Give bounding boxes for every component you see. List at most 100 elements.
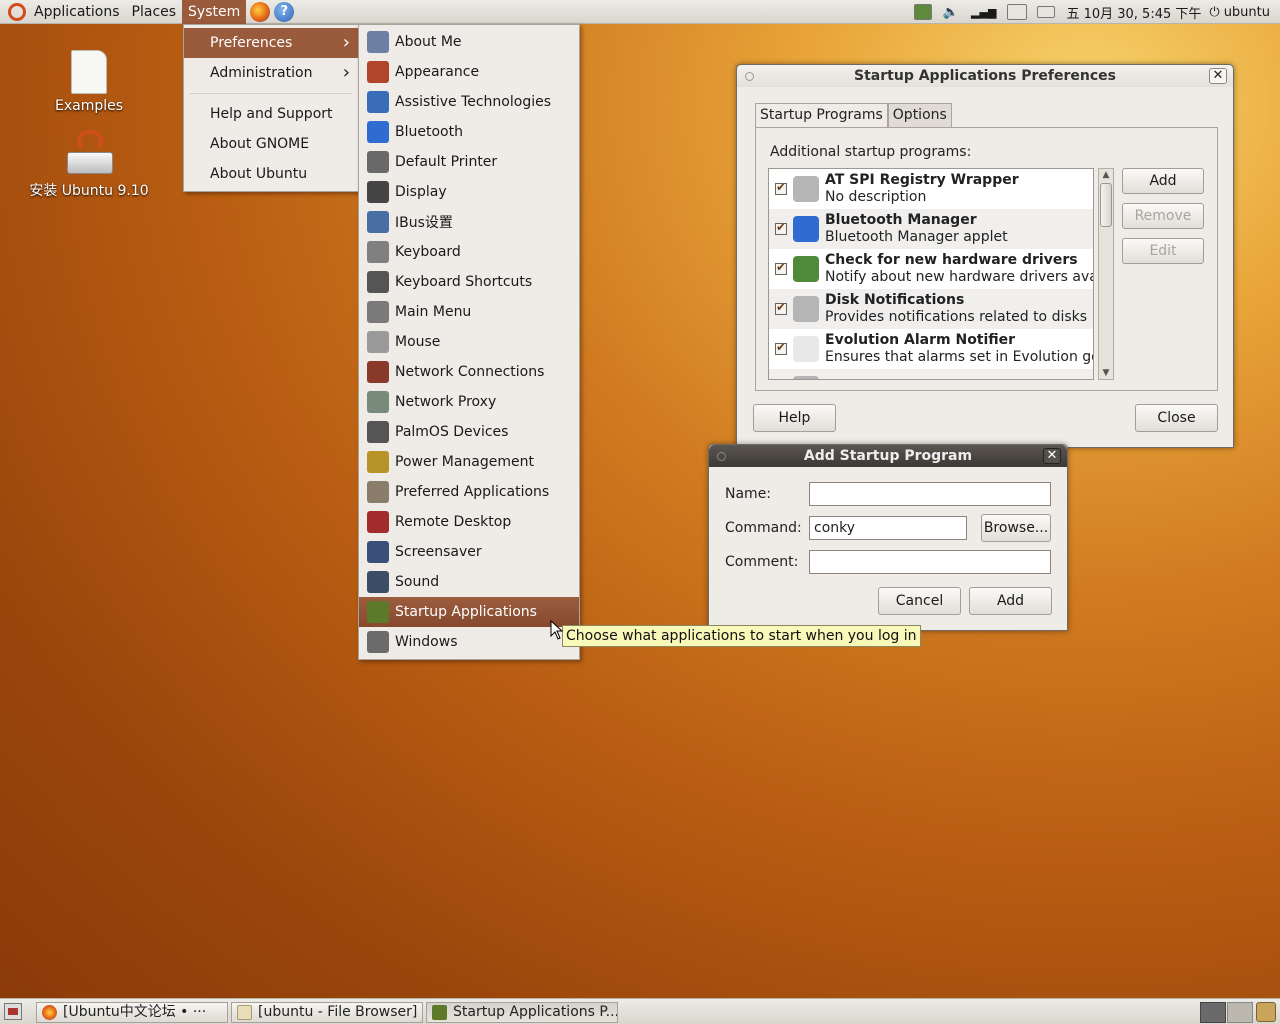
clock[interactable]: 五 10月 30, 5:45 下午 xyxy=(1066,3,1201,22)
edit-button[interactable]: Edit xyxy=(1122,238,1204,264)
menu-item-default-printer[interactable]: Default Printer xyxy=(359,147,579,177)
list-scrollbar[interactable]: ▲ ▼ xyxy=(1098,168,1114,380)
window-menu-icon[interactable] xyxy=(745,72,754,81)
power-icon[interactable]: ⏻ xyxy=(1209,5,1219,20)
enable-checkbox[interactable] xyxy=(775,260,787,275)
menu-item-about-me[interactable]: About Me xyxy=(359,27,579,57)
taskbar-item-file-browser[interactable]: [ubuntu - File Browser] xyxy=(231,1002,423,1023)
desktop-icon-examples[interactable]: Examples xyxy=(29,50,149,114)
menu-item-keyboard-shortcuts[interactable]: Keyboard Shortcuts xyxy=(359,267,579,297)
browse-button[interactable]: Browse... xyxy=(981,514,1051,542)
menu-item-network-connections[interactable]: Network Connections xyxy=(359,357,579,387)
add-button[interactable]: Add xyxy=(1122,168,1204,194)
menu-item-label: Display xyxy=(395,184,447,200)
menu-item-startup-applications[interactable]: Startup Applications xyxy=(359,597,579,627)
program-text: AT SPI Registry Wrapper No description xyxy=(825,172,1019,206)
close-button[interactable]: Close xyxy=(1135,404,1218,432)
menu-item-about-ubuntu[interactable]: About Ubuntu xyxy=(184,159,358,189)
list-item[interactable]: Check for new hardware driversNotify abo… xyxy=(769,249,1093,289)
firefox-icon[interactable] xyxy=(250,1,271,22)
install-icon xyxy=(65,130,113,176)
menu-item-ibus[interactable]: IBus设置 xyxy=(359,207,579,237)
enable-checkbox[interactable] xyxy=(775,340,787,355)
enable-checkbox[interactable] xyxy=(775,300,787,315)
network-icon[interactable]: ▂▄▆ xyxy=(971,6,996,19)
close-icon[interactable]: ✕ xyxy=(1209,68,1227,84)
network-proxy-icon xyxy=(367,391,389,413)
name-field[interactable] xyxy=(809,482,1051,506)
volume-icon[interactable]: 🔈 xyxy=(943,5,959,20)
scroll-up-icon[interactable]: ▲ xyxy=(1099,169,1113,181)
scroll-down-icon[interactable]: ▼ xyxy=(1099,367,1113,379)
menu-item-power-management[interactable]: Power Management xyxy=(359,447,579,477)
startup-programs-list[interactable]: AT SPI Registry WrapperNo description Blu… xyxy=(768,168,1094,380)
taskbar-item-firefox[interactable]: [Ubuntu中文论坛 • ··· xyxy=(36,1002,228,1023)
user-name[interactable]: ubuntu xyxy=(1224,5,1270,20)
accessibility-icon xyxy=(367,91,389,113)
tab-options[interactable]: Options xyxy=(887,103,952,127)
add-startup-program-dialog: Add Startup Program ✕ Name: Command: con… xyxy=(708,444,1068,631)
menu-item-label: Windows xyxy=(395,634,458,650)
remote-desktop-icon xyxy=(367,511,389,533)
taskbar-item-startup-applications[interactable]: Startup Applications P... xyxy=(426,1002,618,1023)
remove-button[interactable]: Remove xyxy=(1122,203,1204,229)
list-item[interactable]: AT SPI Registry WrapperNo description xyxy=(769,169,1093,209)
menu-item-help-and-support[interactable]: Help and Support xyxy=(184,99,358,129)
menu-item-display[interactable]: Display xyxy=(359,177,579,207)
menu-item-appearance[interactable]: Appearance xyxy=(359,57,579,87)
menu-item-main-menu[interactable]: Main Menu xyxy=(359,297,579,327)
program-name: Bluetooth Manager xyxy=(825,212,977,228)
menu-item-palmos-devices[interactable]: PalmOS Devices xyxy=(359,417,579,447)
enable-checkbox[interactable] xyxy=(775,220,787,235)
menu-item-sound[interactable]: Sound xyxy=(359,567,579,597)
menu-item-windows[interactable]: Windows xyxy=(359,627,579,657)
enable-checkbox[interactable] xyxy=(775,180,787,195)
workspace-1[interactable] xyxy=(1200,1002,1226,1023)
dialog-titlebar[interactable]: Add Startup Program ✕ xyxy=(709,445,1067,467)
show-desktop-icon[interactable] xyxy=(4,1003,22,1020)
places-menu[interactable]: Places xyxy=(126,0,183,24)
program-name: Check for new hardware drivers xyxy=(825,252,1078,268)
window-menu-icon[interactable] xyxy=(717,452,726,461)
help-button[interactable]: Help xyxy=(753,404,836,432)
cancel-button[interactable]: Cancel xyxy=(878,587,961,615)
menu-item-bluetooth[interactable]: Bluetooth xyxy=(359,117,579,147)
scrollbar-thumb[interactable] xyxy=(1100,183,1112,227)
system-menu[interactable]: System xyxy=(182,0,247,24)
command-field[interactable]: conky xyxy=(809,516,967,540)
menu-separator xyxy=(190,93,352,94)
menu-item-administration[interactable]: Administration › xyxy=(184,58,358,88)
list-item[interactable]: Bluetooth ManagerBluetooth Manager apple… xyxy=(769,209,1093,249)
name-label: Name: xyxy=(725,486,772,502)
close-icon[interactable]: ✕ xyxy=(1043,448,1061,464)
menu-item-assistive-technologies[interactable]: Assistive Technologies xyxy=(359,87,579,117)
menu-item-preferred-applications[interactable]: Preferred Applications xyxy=(359,477,579,507)
update-notifier-icon[interactable] xyxy=(913,4,932,20)
workspace-2[interactable] xyxy=(1227,1002,1253,1023)
network-manager-icon[interactable] xyxy=(1007,4,1028,20)
menu-item-mouse[interactable]: Mouse xyxy=(359,327,579,357)
trash-icon[interactable] xyxy=(1256,1002,1276,1022)
sound-icon xyxy=(367,571,389,593)
menu-item-remote-desktop[interactable]: Remote Desktop xyxy=(359,507,579,537)
menu-item-label: Startup Applications xyxy=(395,604,537,620)
applications-menu[interactable]: Applications xyxy=(28,0,126,24)
menu-item-about-gnome[interactable]: About GNOME xyxy=(184,129,358,159)
list-item[interactable]: Disk NotificationsProvides notifications… xyxy=(769,289,1093,329)
gear-icon xyxy=(793,296,819,322)
tab-startup-programs[interactable]: Startup Programs xyxy=(755,103,888,127)
menu-item-preferences[interactable]: Preferences › xyxy=(184,28,358,58)
comment-field[interactable] xyxy=(809,550,1051,574)
system-tray: 🔈 ▂▄▆ 五 10月 30, 5:45 下午 ⏻ ubuntu xyxy=(909,0,1280,24)
list-item[interactable]: GNOME Keyring Daemon xyxy=(769,369,1093,379)
add-confirm-button[interactable]: Add xyxy=(969,587,1052,615)
mail-icon[interactable] xyxy=(1037,6,1056,18)
list-item[interactable]: Evolution Alarm NotifierEnsures that ala… xyxy=(769,329,1093,369)
help-icon[interactable]: ? xyxy=(274,1,295,22)
menu-item-network-proxy[interactable]: Network Proxy xyxy=(359,387,579,417)
desktop-icon-install-ubuntu[interactable]: 安装 Ubuntu 9.10 xyxy=(29,130,149,200)
window-titlebar[interactable]: Startup Applications Preferences ✕ xyxy=(737,65,1233,87)
menu-item-keyboard[interactable]: Keyboard xyxy=(359,237,579,267)
tab-bar: Startup Programs Options xyxy=(755,103,952,127)
menu-item-screensaver[interactable]: Screensaver xyxy=(359,537,579,567)
